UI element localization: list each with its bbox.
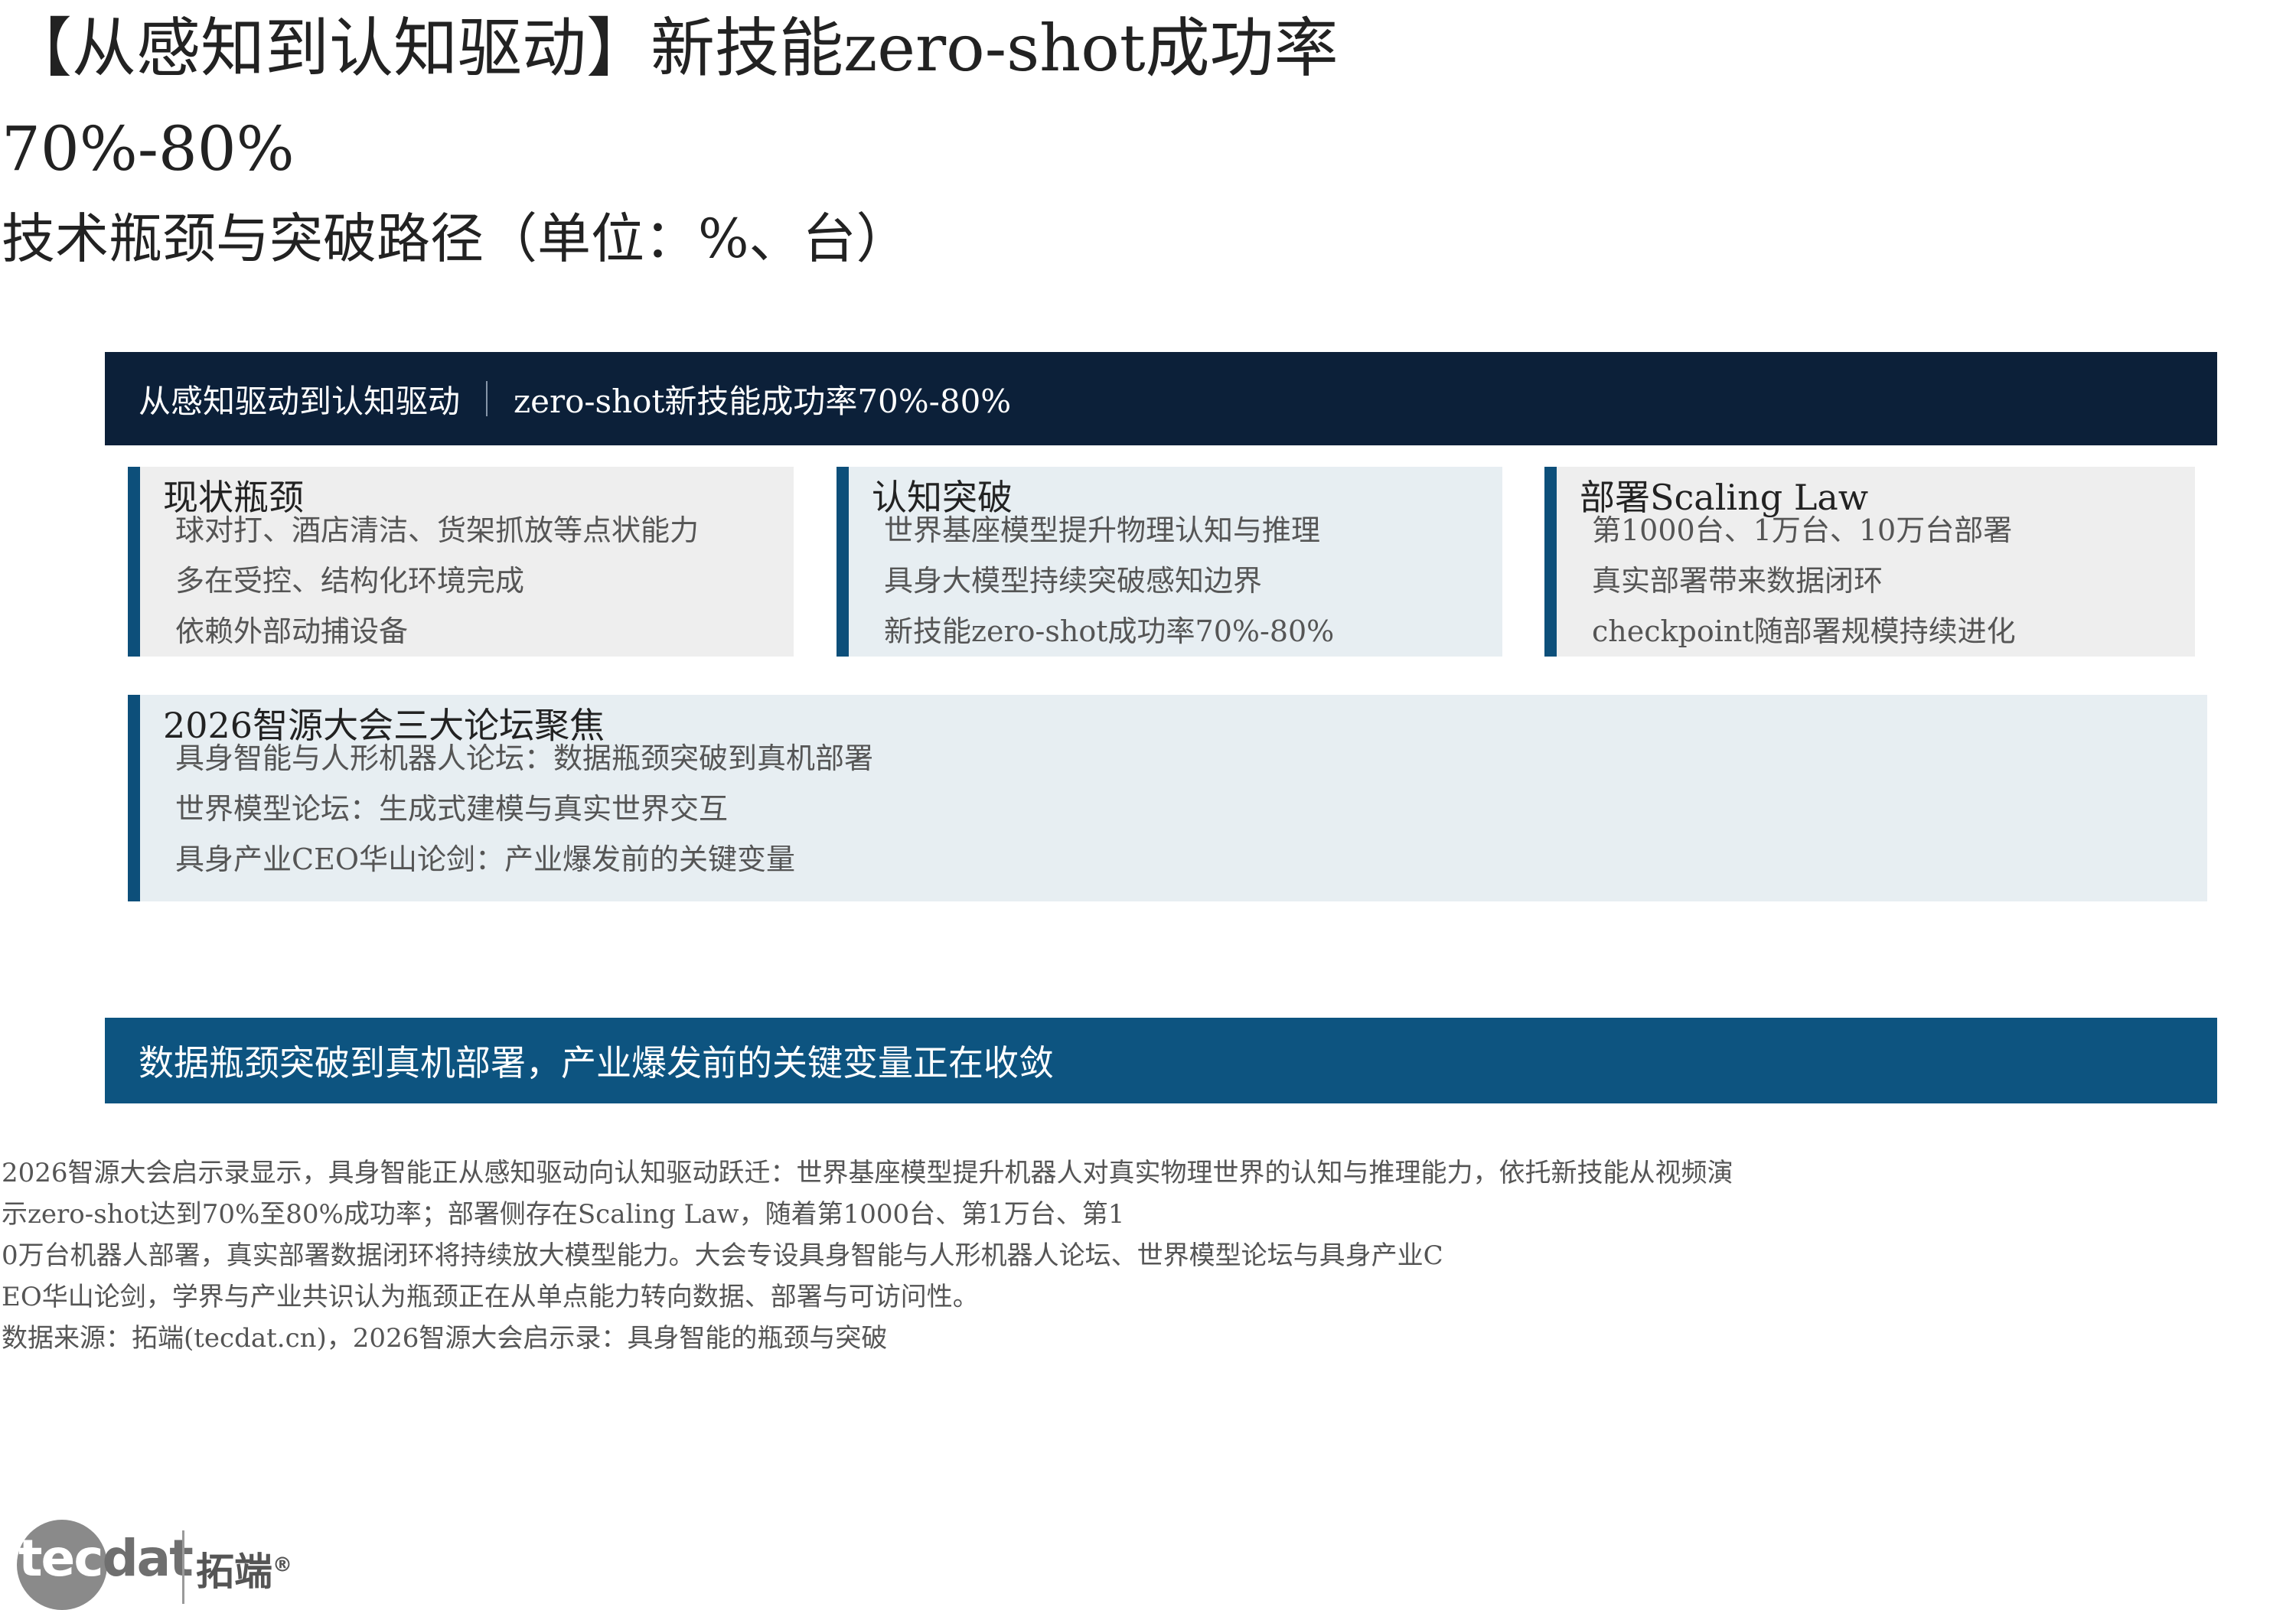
body-paragraph-line: 示zero-shot达到70%至80%成功率；部署侧存在Scaling Law，… xyxy=(2,1199,1125,1230)
card-item: 第1000台、1万台、10万台部署 xyxy=(1592,513,2013,547)
card-item: 新技能zero-shot成功率70%-80% xyxy=(884,614,1335,648)
tuoduan-logo-text: 拓端® xyxy=(196,1550,292,1594)
tecdat-logo: tecdat xyxy=(18,1529,194,1588)
chart-title: 技术瓶颈与突破路径（单位：%、台） xyxy=(2,207,910,270)
conclusion-text: 数据瓶颈突破到真机部署，产业爆发前的关键变量正在收敛 xyxy=(139,1042,1054,1084)
banner-divider xyxy=(486,381,488,416)
card-item: 世界基座模型提升物理认知与推理 xyxy=(884,513,1321,547)
banner-right-text: zero-shot新技能成功率70%-80% xyxy=(514,382,1012,420)
body-paragraph-line: 2026智源大会启示录显示，具身智能正从感知驱动向认知驱动跃迁：世界基座模型提升… xyxy=(2,1158,1733,1188)
success-rate-headline: 70%-80% xyxy=(2,113,295,184)
card-item: 具身智能与人形机器人论坛：数据瓶颈突破到真机部署 xyxy=(175,741,874,775)
card-item: 依赖外部动捕设备 xyxy=(175,614,409,648)
card-item: 世界模型论坛：生成式建模与真实世界交互 xyxy=(175,792,729,826)
conclusion-banner: 数据瓶颈突破到真机部署，产业爆发前的关键变量正在收敛 xyxy=(105,1018,2217,1103)
card-current-bottleneck: 现状瓶颈 球对打、酒店清洁、货架抓放等点状能力 多在受控、结构化环境完成 依赖外… xyxy=(128,467,794,657)
card-item: 具身产业CEO华山论剑：产业爆发前的关键变量 xyxy=(175,842,795,876)
top-banner: 从感知驱动到认知驱动 zero-shot新技能成功率70%-80% xyxy=(105,352,2217,445)
card-item: 具身大模型持续突破感知边界 xyxy=(884,564,1263,598)
page-title: 【从感知到认知驱动】新技能zero-shot成功率 xyxy=(8,11,1339,86)
card-item: checkpoint随部署规模持续进化 xyxy=(1592,614,2016,648)
card-deployment-scaling-law: 部署Scaling Law 第1000台、1万台、10万台部署 真实部署带来数据… xyxy=(1544,467,2195,657)
card-forum-focus: 2026智源大会三大论坛聚焦 具身智能与人形机器人论坛：数据瓶颈突破到真机部署 … xyxy=(128,695,2207,901)
data-source: 数据来源：拓端(tecdat.cn)，2026智源大会启示录：具身智能的瓶颈与突… xyxy=(2,1323,888,1354)
card-item: 球对打、酒店清洁、货架抓放等点状能力 xyxy=(175,513,700,547)
body-paragraph-line: 0万台机器人部署，真实部署数据闭环将持续放大模型能力。大会专设具身智能与人形机器… xyxy=(2,1240,1443,1271)
card-cognitive-breakthrough: 认知突破 世界基座模型提升物理认知与推理 具身大模型持续突破感知边界 新技能ze… xyxy=(837,467,1502,657)
logo-divider xyxy=(182,1530,184,1604)
card-item: 真实部署带来数据闭环 xyxy=(1592,564,1883,598)
banner-left-text: 从感知驱动到认知驱动 xyxy=(139,382,461,420)
card-item: 多在受控、结构化环境完成 xyxy=(175,564,525,598)
body-paragraph-line: EO华山论剑，学界与产业共识认为瓶颈正在从单点能力转向数据、部署与可访问性。 xyxy=(2,1282,979,1312)
